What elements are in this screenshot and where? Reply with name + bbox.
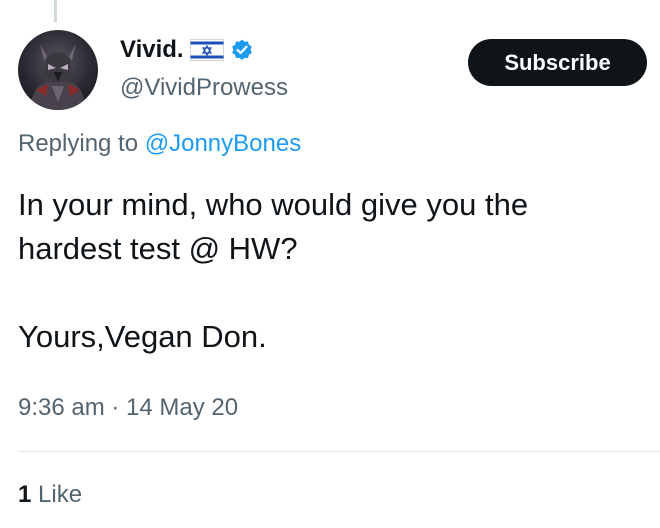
tweet-text-line: hardest test @ HW?: [18, 231, 298, 266]
author-name-row: Vivid.: [120, 36, 254, 64]
tweet-time[interactable]: 9:36 am: [18, 394, 105, 421]
armored-warrior-avatar-image: [30, 44, 86, 110]
tweet-text: In your mind, who would give you the har…: [18, 183, 648, 359]
subscribe-button[interactable]: Subscribe: [468, 39, 647, 86]
tweet-timestamp: 9:36 am · 14 May 20: [18, 394, 238, 422]
tweet-text-blank-line: [18, 271, 648, 315]
avatar[interactable]: [18, 30, 98, 110]
like-stat[interactable]: 1 Like: [18, 481, 82, 509]
tweet-date[interactable]: 14 May 20: [126, 394, 238, 421]
like-count: 1: [18, 481, 32, 508]
replying-to-line: Replying to @JonnyBones: [18, 130, 301, 158]
verified-badge-icon: [230, 38, 254, 62]
author-display-name[interactable]: Vivid.: [120, 36, 184, 64]
divider: [18, 451, 660, 452]
replying-to-label: Replying to: [18, 130, 145, 157]
author-handle[interactable]: @VividProwess: [120, 74, 288, 102]
reply-mention-link[interactable]: @JonnyBones: [145, 130, 301, 157]
tweet-text-line: Yours,Vegan Don.: [18, 319, 267, 354]
israel-flag-icon: [189, 39, 224, 61]
meta-separator: ·: [104, 394, 127, 421]
thread-line: [54, 0, 57, 22]
tweet-text-line: In your mind, who would give you the: [18, 187, 529, 222]
like-label: Like: [31, 481, 83, 508]
